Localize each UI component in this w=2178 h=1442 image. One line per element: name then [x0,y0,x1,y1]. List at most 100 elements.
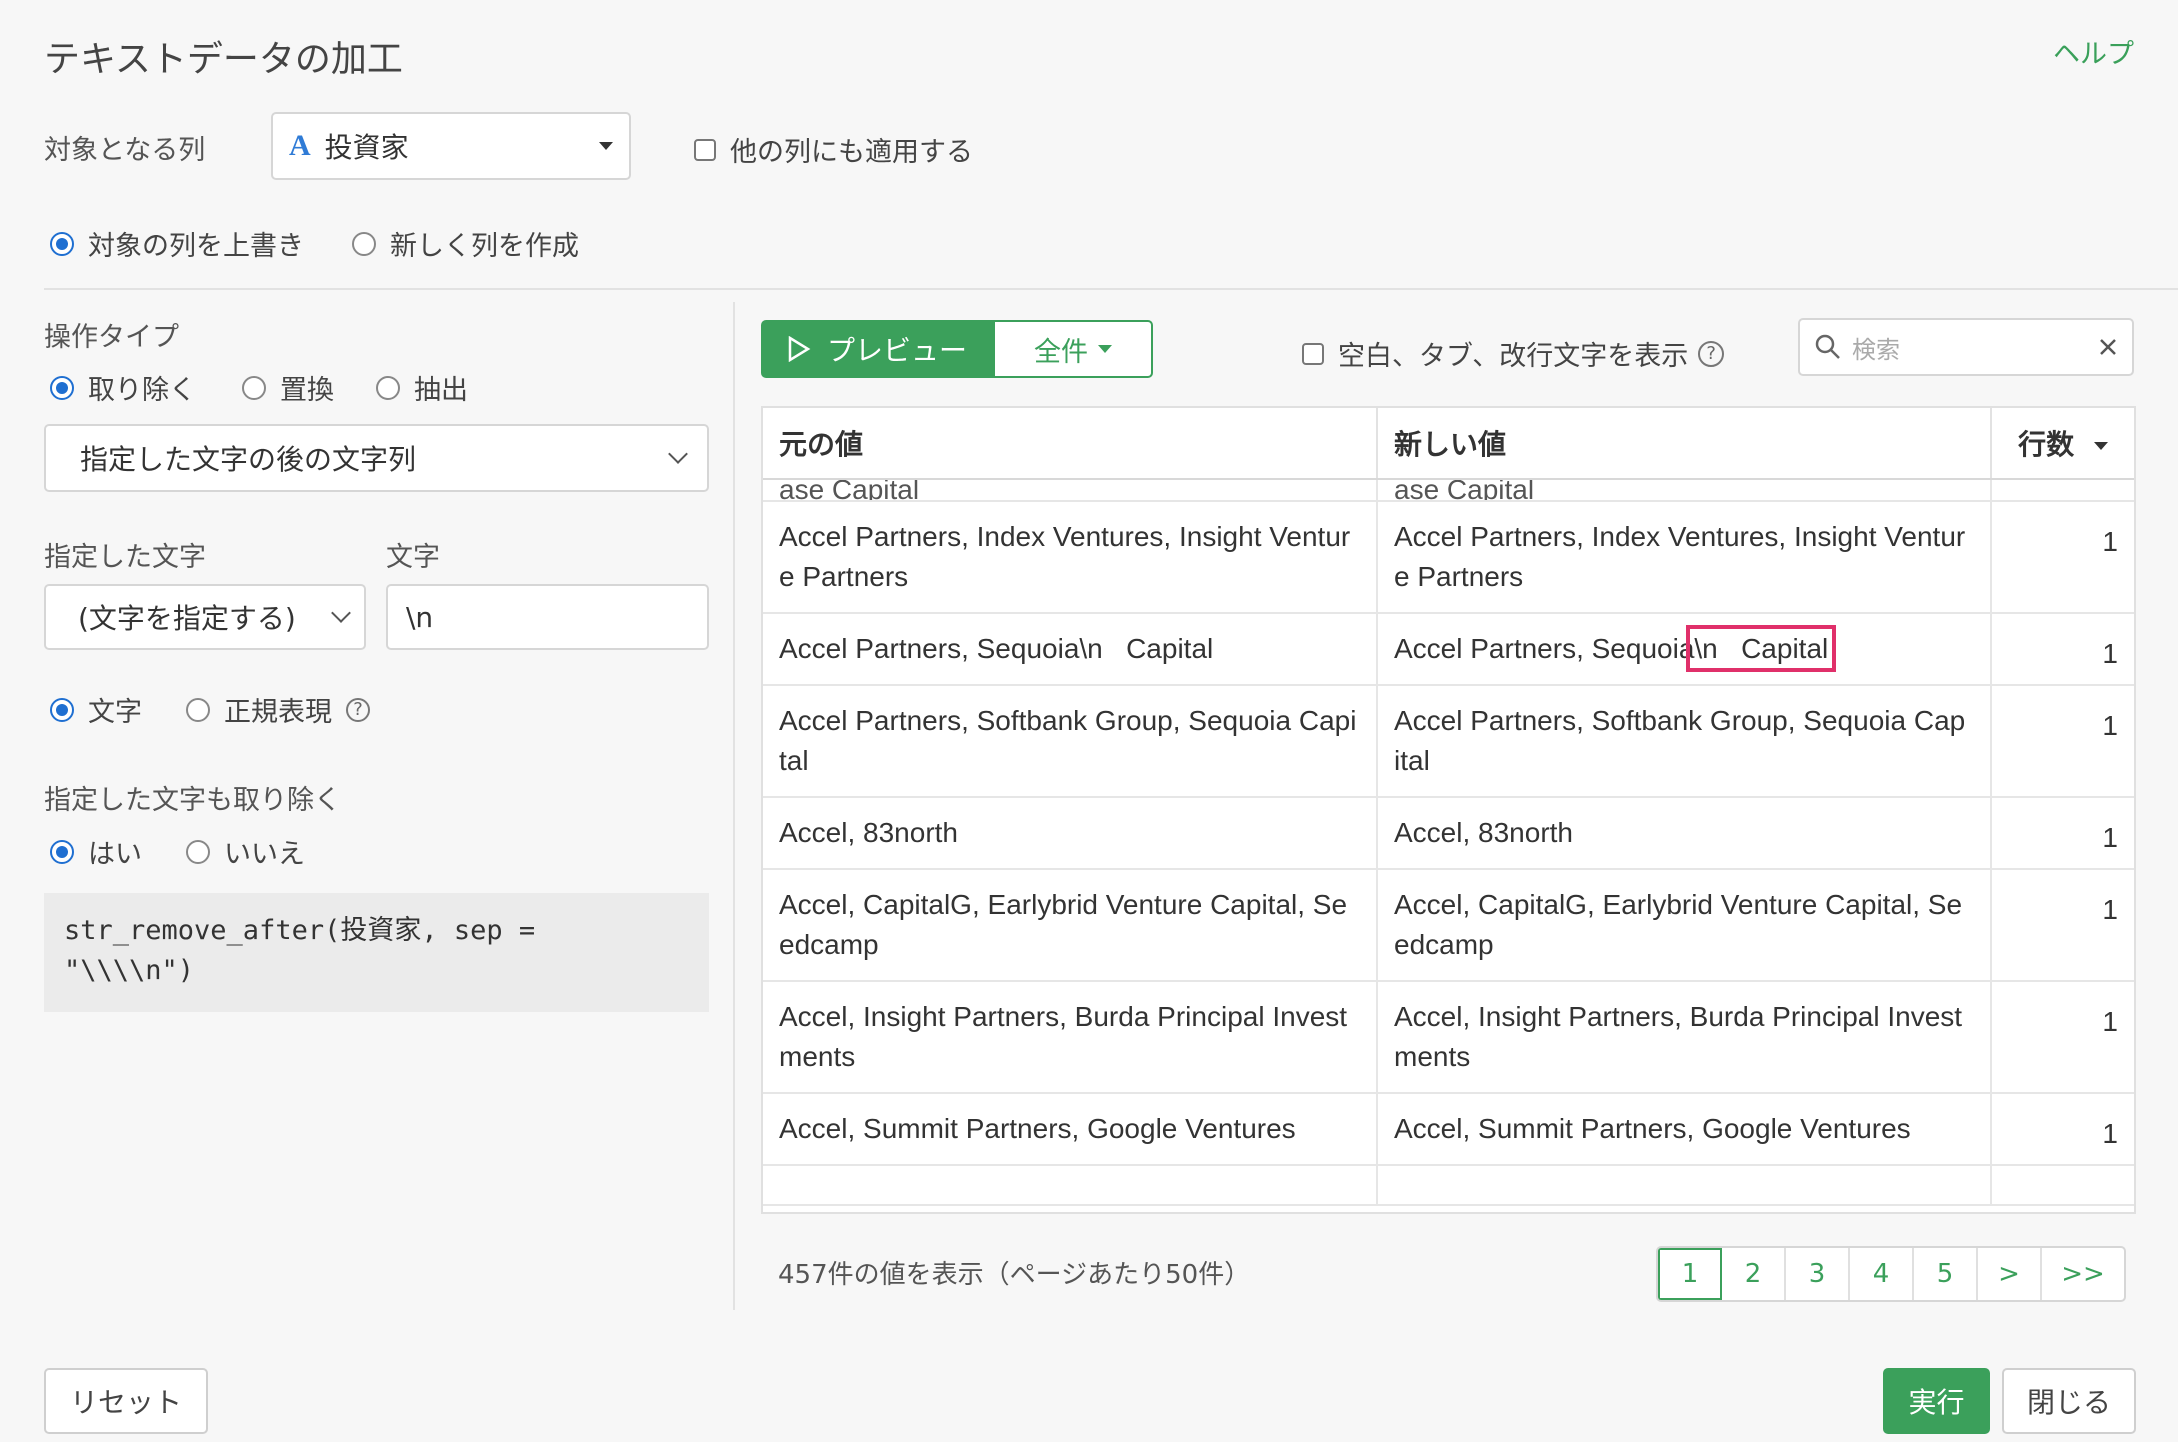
cell-new [1377,1165,1992,1206]
table-row [763,1165,2134,1206]
radio-kind-regex[interactable]: 正規表現 ? [186,690,370,729]
table-row: ase Capital ase Capital [763,479,2134,502]
cell-count: 1 [1991,613,2134,686]
reset-button[interactable]: リセット [44,1368,208,1434]
radio-kind-text[interactable]: 文字 [50,690,142,729]
run-button[interactable]: 実行 [1883,1368,1990,1434]
show-whitespace-checkbox[interactable] [1302,342,1324,365]
chevron-down-icon [331,603,351,623]
cell-original [763,1165,1378,1206]
cell-new: Accel Partners, Softbank Group, Sequoia … [1377,685,1992,798]
header-original: 元の値 [763,408,1378,480]
cell-new: Accel Partners, Index Ventures, Insight … [1377,501,1992,614]
radio-remove-label: 取り除く [88,375,196,406]
search-box[interactable]: 検索 [1798,318,2134,376]
search-input[interactable]: 検索 [1852,330,2088,365]
cell-new: ase Capital [1377,479,1992,502]
radio-no-button[interactable] [186,839,210,864]
radio-replace[interactable]: 置換 [242,368,334,407]
highlight-box: \n Capital [1686,625,1837,672]
cell-new: Accel, 83north [1377,797,1992,870]
method-select[interactable]: 指定した文字の後の文字列 [44,424,709,492]
page-2-button[interactable]: 2 [1722,1248,1786,1300]
radio-remove-button[interactable] [50,375,74,400]
radio-kind-regex-label: 正規表現 [224,697,332,728]
radio-extract-button[interactable] [376,375,400,400]
cell-original: Accel, Insight Partners, Burda Principal… [763,981,1378,1094]
cell-original: Accel, Summit Partners, Google Ventures [763,1093,1378,1166]
page-1-button[interactable]: 1 [1658,1248,1722,1300]
specified-char-label: 指定した文字 [44,542,206,573]
radio-overwrite[interactable]: 対象の列を上書き [50,224,304,263]
table-row: Accel Partners, Sequoia\n Capital Accel … [763,613,2134,686]
radio-extract-label: 抽出 [414,375,468,406]
radio-remove[interactable]: 取り除く [50,368,196,407]
radio-yes-button[interactable] [50,839,74,864]
table-row: Accel, Insight Partners, Burda Principal… [763,981,2134,1094]
cell-count: 1 [1991,981,2134,1094]
search-icon [1815,334,1840,359]
radio-overwrite-button[interactable] [50,231,74,256]
radio-replace-button[interactable] [242,375,266,400]
radio-replace-label: 置換 [280,375,334,406]
apply-other-columns[interactable]: 他の列にも適用する [694,130,973,169]
cell-count: 1 [1991,501,2134,614]
operation-type-label: 操作タイプ [44,322,179,353]
char-input[interactable]: \n [386,584,709,650]
string-type-icon: A [289,129,311,162]
radio-new-column[interactable]: 新しく列を作成 [352,224,579,263]
page-5-button[interactable]: 5 [1914,1248,1978,1300]
radio-kind-text-button[interactable] [50,697,74,722]
char-type-select[interactable]: (文字を指定する) [44,584,366,650]
method-value: 指定した文字の後の文字列 [80,443,417,476]
cell-original: Accel Partners, Index Ventures, Insight … [763,501,1378,614]
table-row: Accel, CapitalG, Earlybrid Venture Capit… [763,869,2134,982]
show-whitespace-toggle[interactable]: 空白、タブ、改行文字を表示 ? [1302,334,1725,373]
header-count[interactable]: 行数 [1991,408,2134,480]
all-rows-dropdown[interactable]: 全件 [993,320,1153,378]
page-3-button[interactable]: 3 [1786,1248,1850,1300]
pagination: 1 2 3 4 5 > >> [1656,1246,2126,1302]
apply-other-columns-checkbox[interactable] [694,138,716,161]
target-column-select[interactable]: A 投資家 [271,112,631,180]
preview-label: プレビュー [826,334,967,367]
cell-original: Accel, 83north [763,797,1378,870]
preview-table: 元の値 新しい値 行数 ase Capital ase Capital Acce… [761,406,2136,1214]
next-page-button[interactable]: > [1978,1248,2042,1300]
radio-extract[interactable]: 抽出 [376,368,468,407]
radio-yes-label: はい [88,839,142,870]
table-row: Accel Partners, Index Ventures, Insight … [763,501,2134,614]
row-count-info: 457件の値を表示（ページあたり50件） [778,1260,1251,1290]
radio-new-column-button[interactable] [352,231,376,256]
last-page-button[interactable]: >> [2042,1248,2124,1300]
table-row: Accel Partners, Softbank Group, Sequoia … [763,685,2134,798]
cell-original: ase Capital [763,479,1378,502]
radio-remove-delim-yes[interactable]: はい [50,832,142,871]
preview-button[interactable]: プレビュー [761,320,993,378]
play-icon [788,336,811,362]
help-link[interactable]: ヘルプ [2053,32,2134,71]
radio-kind-regex-button[interactable] [186,697,210,722]
cell-new: Accel, Summit Partners, Google Ventures [1377,1093,1992,1166]
header-new: 新しい値 [1377,408,1992,480]
close-button[interactable]: 閉じる [2002,1368,2136,1434]
sort-caret-icon [2093,442,2108,450]
page-4-button[interactable]: 4 [1850,1248,1914,1300]
close-icon[interactable] [2098,337,2118,357]
cell-new-text: Accel Partners, Sequoia [1394,633,1695,664]
help-circle-icon[interactable]: ? [346,697,370,722]
radio-new-column-label: 新しく列を作成 [390,231,579,262]
cell-new: Accel Partners, Sequoia\n Capital [1377,613,1992,686]
radio-overwrite-label: 対象の列を上書き [88,231,304,262]
header-count-label: 行数 [2018,428,2075,461]
cell-count: 1 [1991,869,2134,982]
radio-remove-delim-no[interactable]: いいえ [186,832,305,871]
cell-original: Accel, CapitalG, Earlybrid Venture Capit… [763,869,1378,982]
radio-no-label: いいえ [224,839,305,870]
table-row: Accel, 83north Accel, 83north 1 [763,797,2134,870]
apply-other-columns-label: 他の列にも適用する [730,137,973,168]
cell-count: 1 [1991,1093,2134,1166]
help-circle-icon[interactable]: ? [1698,340,1725,367]
radio-kind-text-label: 文字 [88,697,142,728]
panel-divider [733,302,735,1310]
